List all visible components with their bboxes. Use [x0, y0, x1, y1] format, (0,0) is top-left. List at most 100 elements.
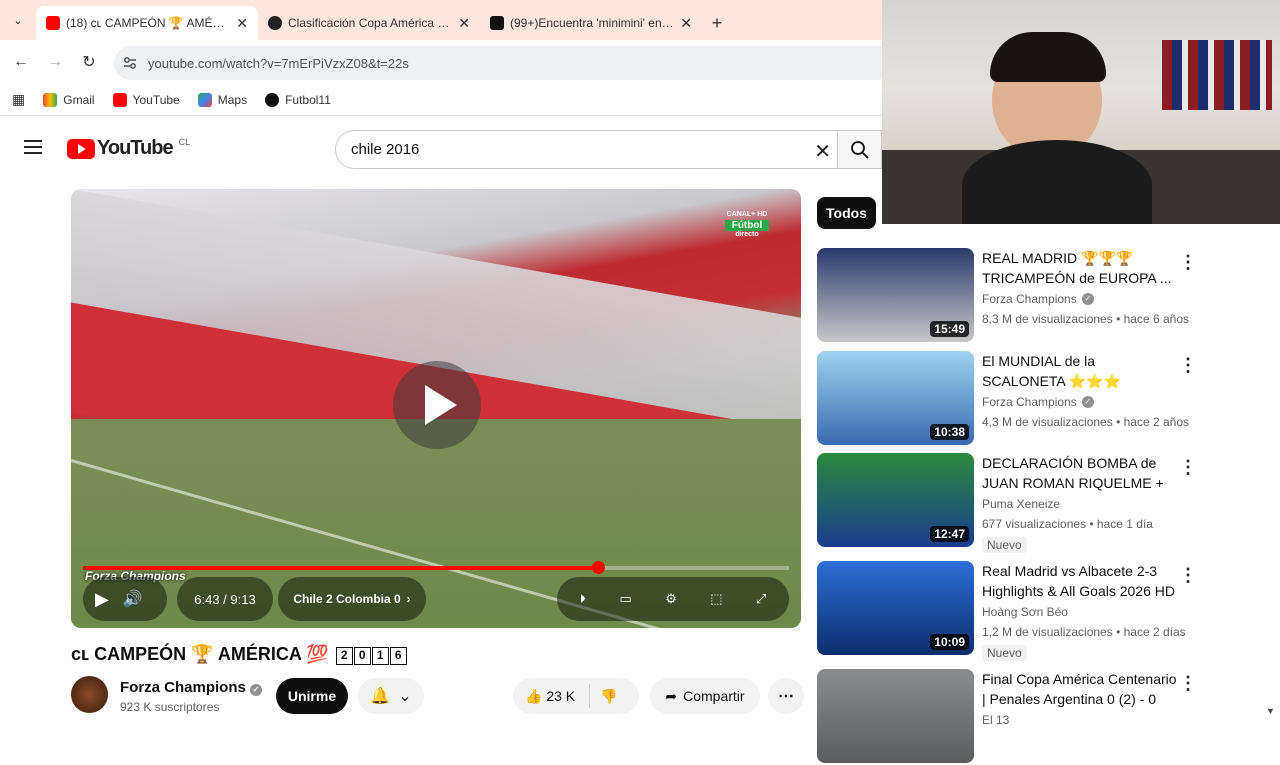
- chapter-button[interactable]: Chile 2 Colombia 0 ›: [278, 577, 426, 621]
- video-meta: 8,3 M de visualizaciones • hace 6 años: [982, 312, 1189, 326]
- close-icon[interactable]: ✕: [680, 15, 692, 32]
- video-channel[interactable]: Hoàng Sơn Béo: [982, 605, 1068, 619]
- video-thumbnail[interactable]: 10:38: [817, 351, 974, 445]
- like-button[interactable]: 👍 23 K: [513, 688, 575, 705]
- channel-name[interactable]: Forza Champions ✓: [120, 679, 263, 696]
- scroll-down-arrow-icon[interactable]: ▼: [1266, 706, 1275, 716]
- video-channel[interactable]: Puma Xeneize: [982, 497, 1060, 511]
- video-channel[interactable]: Forza Champions ✓: [982, 292, 1094, 306]
- verified-icon: ✓: [1081, 396, 1094, 408]
- search-button[interactable]: [838, 130, 882, 169]
- time-display: 6:43 / 9:13: [177, 577, 273, 621]
- settings-gear-icon[interactable]: ⚙: [665, 591, 677, 607]
- video-thumbnail[interactable]: [817, 669, 974, 763]
- recommended-video[interactable]: 10:38 El MUNDIAL de la SCALONETA ⭐⭐⭐ For…: [817, 351, 1197, 447]
- search-input[interactable]: chile 2016 ✕: [335, 130, 838, 169]
- browser-tab-bar: ⌄ (18) cʟ CAMPEÓN 🏆 AMÉRICA ✕ Clasificac…: [0, 0, 882, 40]
- video-player[interactable]: CANAL+ HD Fútbol directo Forza Champions…: [71, 189, 801, 628]
- share-button[interactable]: ➦ Compartir: [650, 678, 760, 714]
- more-options-icon[interactable]: ⋮: [1179, 252, 1197, 273]
- autoplay-toggle-icon[interactable]: ⏵: [580, 591, 587, 607]
- more-options-icon[interactable]: ⋮: [1179, 355, 1197, 376]
- browser-tab-1[interactable]: Clasificación Copa América 201 ✕: [258, 6, 480, 40]
- dislike-button[interactable]: 👎: [589, 684, 618, 708]
- url-field[interactable]: youtube.com/watch?v=7mErPiVzxZ08&t=22s: [114, 46, 894, 80]
- video-duration: 12:47: [930, 526, 969, 542]
- video-title[interactable]: DECLARACIÓN BOMBA de JUAN ROMAN RIQUELME…: [982, 453, 1177, 493]
- bookmark-gmail[interactable]: Gmail: [43, 92, 95, 107]
- apps-grid-icon[interactable]: ▦: [12, 91, 25, 108]
- webcam-overlay: [882, 0, 1280, 224]
- video-title[interactable]: Real Madrid vs Albacete 2-3 Highlights &…: [982, 561, 1177, 601]
- country-code: CL: [178, 137, 191, 147]
- youtube-icon: [46, 16, 60, 30]
- recommended-video[interactable]: 10:09 Real Madrid vs Albacete 2-3 Highli…: [817, 561, 1197, 661]
- fullscreen-icon[interactable]: ⤢: [756, 591, 766, 607]
- clear-search-icon[interactable]: ✕: [814, 139, 831, 164]
- new-badge: Nuevo: [982, 537, 1027, 553]
- recommended-video[interactable]: Final Copa América Centenario | Penales …: [817, 669, 1197, 765]
- menu-icon[interactable]: [24, 140, 42, 154]
- reload-icon[interactable]: ↻: [72, 52, 106, 72]
- bell-icon: 🔔: [370, 688, 391, 705]
- video-channel[interactable]: El 13: [982, 713, 1009, 727]
- video-thumbnail[interactable]: 15:49: [817, 248, 974, 342]
- close-icon[interactable]: ✕: [236, 15, 248, 32]
- site-info-icon[interactable]: [122, 55, 138, 71]
- more-options-icon[interactable]: ⋮: [1179, 457, 1197, 478]
- bookmark-futbol11[interactable]: Futbol11: [265, 92, 331, 107]
- gmail-icon: [43, 92, 58, 107]
- tab-search-icon[interactable]: ⌄: [0, 0, 36, 40]
- new-tab-button[interactable]: +: [702, 6, 732, 40]
- like-dislike-group: 👍 23 K 👎: [513, 678, 639, 714]
- progress-bar[interactable]: [83, 561, 789, 574]
- more-actions-icon[interactable]: ⋯: [768, 678, 804, 714]
- maps-icon: [197, 92, 212, 107]
- video-thumbnail[interactable]: 10:09: [817, 561, 974, 655]
- bookmark-maps[interactable]: Maps: [197, 92, 247, 107]
- back-arrow-icon[interactable]: ←: [4, 53, 38, 71]
- shirts-rack: [1162, 40, 1272, 110]
- notifications-button[interactable]: 🔔 ⌄: [358, 678, 424, 714]
- forward-arrow-icon[interactable]: →: [38, 53, 72, 71]
- broadcaster-logo: CANAL+ HD Fútbol directo: [725, 211, 769, 238]
- video-title: cʟ CAMPEÓN 🏆 AMÉRICA 💯 2016: [71, 643, 407, 665]
- theater-mode-icon[interactable]: ⬚: [710, 591, 722, 607]
- address-bar-row: ← → ↻ youtube.com/watch?v=7mErPiVzxZ08&t…: [0, 40, 894, 84]
- subtitles-icon[interactable]: ▭: [620, 591, 632, 607]
- close-icon[interactable]: ✕: [458, 15, 470, 32]
- video-duration: 15:49: [930, 321, 969, 337]
- big-play-icon[interactable]: [393, 361, 481, 449]
- video-title[interactable]: REAL MADRID 🏆🏆🏆 TRICAMPEÓN de EUROPA ...: [982, 248, 1177, 288]
- search-icon: [850, 140, 869, 159]
- more-options-icon[interactable]: ⋮: [1179, 565, 1197, 586]
- youtube-play-icon: [67, 138, 95, 159]
- volume-icon[interactable]: 🔊: [123, 589, 143, 609]
- video-duration: 10:38: [930, 424, 969, 440]
- video-channel[interactable]: Forza Champions ✓: [982, 395, 1094, 409]
- join-button[interactable]: Unirme: [276, 678, 348, 714]
- youtube-logo[interactable]: YouTube CL: [67, 137, 190, 160]
- chevron-down-icon: ⌄: [398, 688, 412, 705]
- bookmarks-bar: ▦ Gmail YouTube Maps Futbol11: [0, 84, 882, 116]
- subscriber-count: 923 K suscriptores: [120, 700, 220, 714]
- browser-tab-0[interactable]: (18) cʟ CAMPEÓN 🏆 AMÉRICA ✕: [36, 6, 258, 40]
- more-options-icon[interactable]: ⋮: [1179, 673, 1197, 694]
- tab-title: (99+)Encuentra 'minimini' en Ti: [510, 16, 675, 30]
- video-title[interactable]: Final Copa América Centenario | Penales …: [982, 669, 1177, 709]
- channel-avatar[interactable]: [71, 676, 108, 713]
- bookmark-youtube[interactable]: YouTube: [112, 92, 180, 107]
- tab-title: Clasificación Copa América 201: [288, 16, 453, 30]
- video-thumbnail[interactable]: 12:47: [817, 453, 974, 547]
- video-meta: 4,3 M de visualizaciones • hace 2 años: [982, 415, 1189, 429]
- share-icon: ➦: [665, 687, 678, 704]
- chip-todos[interactable]: Todos: [817, 197, 876, 229]
- new-badge: Nuevo: [982, 645, 1027, 661]
- futbol11-icon: [265, 92, 280, 107]
- video-title[interactable]: El MUNDIAL de la SCALONETA ⭐⭐⭐: [982, 351, 1177, 391]
- recommended-video[interactable]: 12:47 DECLARACIÓN BOMBA de JUAN ROMAN RI…: [817, 453, 1197, 553]
- video-duration: 10:09: [930, 634, 969, 650]
- browser-tab-2[interactable]: (99+)Encuentra 'minimini' en Ti ✕: [480, 6, 702, 40]
- recommended-video[interactable]: 15:49 REAL MADRID 🏆🏆🏆 TRICAMPEÓN de EURO…: [817, 248, 1197, 344]
- play-icon[interactable]: ▶: [95, 589, 109, 610]
